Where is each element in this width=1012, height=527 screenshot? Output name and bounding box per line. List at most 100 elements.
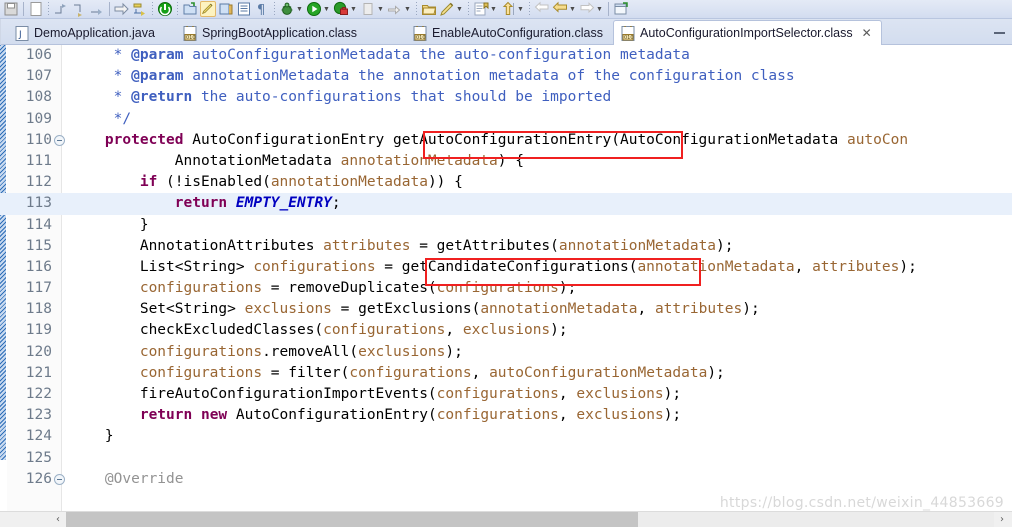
debug-step-icon[interactable] — [132, 0, 148, 18]
next-annotation-icon[interactable] — [71, 0, 87, 18]
token-plain: ) { — [497, 152, 524, 169]
chevron-down-icon[interactable]: ▼ — [455, 1, 464, 17]
token-plain: .removeAll( — [262, 343, 359, 360]
back-history-icon[interactable]: ▼ — [552, 0, 577, 18]
chevron-down-icon[interactable]: ▼ — [595, 1, 604, 17]
open-type-icon[interactable] — [218, 0, 234, 18]
previous-marker-icon[interactable]: ▼ — [500, 0, 525, 18]
chevron-down-icon[interactable]: ▼ — [376, 1, 385, 17]
code-line[interactable]: 115 AnnotationAttributes attributes = ge… — [0, 236, 1012, 257]
minimize-icon[interactable] — [994, 28, 1005, 34]
chevron-down-icon[interactable]: ▼ — [516, 1, 525, 17]
code-line[interactable]: 110 protected AutoConfigurationEntry get… — [0, 130, 1012, 151]
back-navigation-icon[interactable] — [534, 0, 550, 18]
editor-tab-1[interactable]: J DemoApplication.java — [8, 21, 164, 45]
code-line[interactable]: 119 checkExcludedClasses(configurations,… — [0, 320, 1012, 341]
debug-icon[interactable]: ▼ — [279, 0, 304, 18]
chevron-down-icon[interactable]: ▼ — [349, 1, 358, 17]
run-icon[interactable]: ▼ — [306, 0, 331, 18]
token-var: configurations — [139, 343, 263, 360]
chevron-down-icon[interactable]: ▼ — [489, 1, 498, 17]
token-var: autoConfigurationMetadata — [489, 364, 708, 381]
scroll-right-arrow[interactable]: › — [994, 512, 1010, 527]
chevron-down-icon[interactable]: ▼ — [295, 1, 304, 17]
token-var: configurations — [323, 322, 446, 339]
chevron-down-icon[interactable]: ▼ — [322, 1, 331, 17]
editor-tab-3[interactable]: 010 EnableAutoConfiguration.class — [406, 21, 612, 45]
code-line[interactable]: 122 fireAutoConfigurationImportEvents(co… — [0, 384, 1012, 405]
code-line[interactable]: 112 if (!isEnabled(annotationMetadata)) … — [0, 172, 1012, 193]
code-lines: 106 * @param autoConfigurationMetadata t… — [0, 45, 1012, 490]
new-window-icon[interactable] — [613, 0, 629, 18]
token-plain: = filter( — [262, 364, 350, 381]
code-line[interactable]: 118 Set<String> exclusions = getExclusio… — [0, 299, 1012, 320]
fold-collapse-icon[interactable] — [54, 473, 65, 485]
code-line[interactable]: 114 } — [0, 215, 1012, 236]
token-var: annotationMetadata — [340, 152, 498, 169]
token-plain: = getCandidateConfigurations( — [375, 258, 638, 275]
run-coverage-icon[interactable]: ▼ — [333, 0, 358, 18]
code-text: AnnotationAttributes attributes = getAtt… — [70, 236, 734, 257]
save-icon[interactable] — [3, 0, 19, 18]
code-line[interactable]: 117 configurations = removeDuplicates(co… — [0, 278, 1012, 299]
new-untitled-text-file-icon[interactable] — [28, 0, 44, 18]
toolbar-separator — [48, 2, 49, 16]
token-var: exclusions — [576, 386, 664, 402]
code-text: configurations = removeDuplicates(config… — [70, 278, 577, 299]
editor-tab-label: SpringBootApplication.class — [202, 26, 357, 40]
code-line[interactable]: 120 configurations.removeAll(exclusions)… — [0, 342, 1012, 363]
code-line[interactable]: 107 * @param annotationMetadata the anno… — [0, 66, 1012, 87]
paragraph-icon[interactable]: ¶ — [254, 0, 270, 18]
search-pen-icon[interactable]: ▼ — [439, 0, 464, 18]
next-marker-icon[interactable]: ▼ — [473, 0, 498, 18]
toolbar-separator — [274, 2, 275, 16]
token-plain: = getExclusions( — [331, 301, 481, 318]
code-text: } — [70, 426, 114, 447]
forward-arrow-icon[interactable] — [114, 0, 130, 18]
code-line[interactable]: 108 * @return the auto-configurations th… — [0, 87, 1012, 108]
previous-annotation-icon[interactable] — [53, 0, 69, 18]
forward-navigation-icon[interactable]: ▼ — [579, 0, 604, 18]
open-task-icon[interactable] — [236, 0, 252, 18]
chevron-down-icon[interactable]: ▼ — [568, 1, 577, 17]
token-var: configurations — [253, 258, 376, 275]
code-text: List<String> configurations = getCandida… — [70, 257, 917, 278]
code-text: configurations.removeAll(exclusions); — [70, 342, 463, 363]
code-line[interactable]: 106 * @param autoConfigurationMetadata t… — [0, 45, 1012, 66]
toolbar-separator — [608, 2, 609, 16]
chevron-down-icon[interactable]: ▼ — [403, 1, 412, 17]
token-plain: )) { — [427, 174, 463, 191]
close-icon[interactable]: ✕ — [862, 27, 872, 39]
scroll-left-arrow[interactable]: ‹ — [50, 512, 66, 527]
token-var: annotationMetadata — [637, 258, 795, 275]
editor-tab-4[interactable]: 010 AutoConfigurationImportSelector.class… — [613, 20, 882, 45]
code-line[interactable]: 121 configurations = filter(configuratio… — [0, 363, 1012, 384]
scroll-thumb[interactable] — [66, 512, 638, 527]
open-folder-icon[interactable] — [421, 0, 437, 18]
last-edit-location-icon[interactable] — [89, 0, 105, 18]
code-text: } — [70, 215, 149, 236]
terminate-icon[interactable] — [157, 0, 173, 18]
external-tools-icon[interactable]: ▼ — [360, 0, 385, 18]
token-plain: ); — [445, 343, 463, 360]
token-plain: ); — [742, 301, 760, 318]
code-line[interactable]: 124 } — [0, 426, 1012, 447]
new-java-project-icon[interactable] — [182, 0, 198, 18]
token-doc: * — [70, 68, 132, 85]
code-editor[interactable]: 106 * @param autoConfigurationMetadata t… — [0, 45, 1012, 511]
token-doc: * — [70, 89, 132, 106]
highlight-icon[interactable] — [200, 0, 216, 18]
code-line[interactable]: 111 AnnotationMetadata annotationMetadat… — [0, 151, 1012, 172]
code-line[interactable]: 109 */ — [0, 109, 1012, 130]
code-line[interactable]: 123 return new AutoConfigurationEntry(co… — [0, 405, 1012, 426]
fold-collapse-icon[interactable] — [54, 134, 65, 146]
editor-tab-2[interactable]: 010 SpringBootApplication.class — [176, 21, 366, 45]
code-text: return EMPTY_ENTRY; — [70, 193, 341, 214]
code-line[interactable]: 116 List<String> configurations = getCan… — [0, 257, 1012, 278]
code-line[interactable]: 125 — [0, 448, 1012, 469]
token-plain: Set<String> — [70, 301, 245, 318]
code-line[interactable]: 113 return EMPTY_ENTRY; — [0, 193, 1012, 215]
code-line[interactable]: 126 @Override — [0, 469, 1012, 490]
run-last-tool-icon[interactable]: ▼ — [387, 0, 412, 18]
horizontal-scrollbar[interactable]: ‹ › — [0, 511, 1012, 527]
